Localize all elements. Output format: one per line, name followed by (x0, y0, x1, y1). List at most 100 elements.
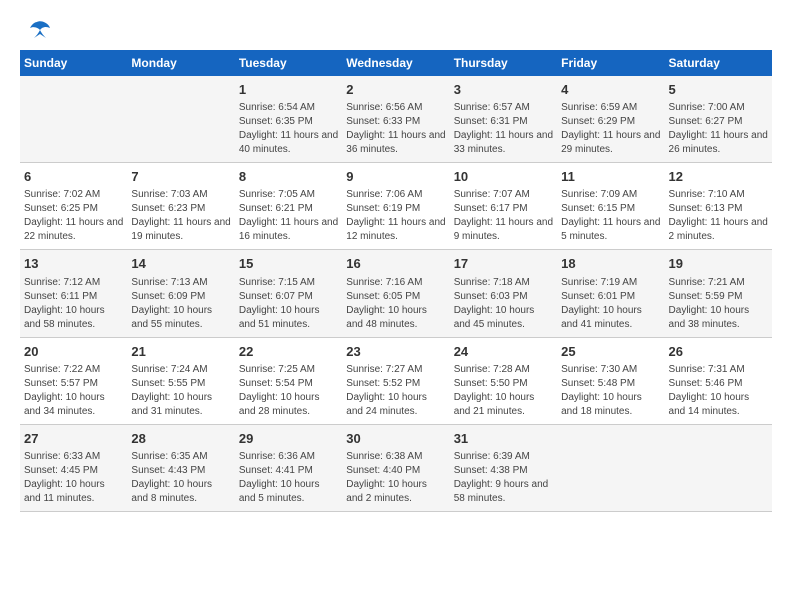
day-info: Daylight: 10 hours and 28 minutes. (239, 391, 338, 419)
day-info: Sunset: 4:41 PM (239, 464, 338, 478)
day-info: Daylight: 11 hours and 16 minutes. (239, 216, 338, 244)
calendar-cell: 17Sunrise: 7:18 AMSunset: 6:03 PMDayligh… (450, 250, 557, 337)
week-row-3: 13Sunrise: 7:12 AMSunset: 6:11 PMDayligh… (20, 250, 772, 337)
day-number: 19 (669, 255, 768, 273)
day-number: 30 (346, 430, 445, 448)
day-info: Sunset: 6:21 PM (239, 202, 338, 216)
day-info: Daylight: 10 hours and 21 minutes. (454, 391, 553, 419)
calendar-cell: 2Sunrise: 6:56 AMSunset: 6:33 PMDaylight… (342, 76, 449, 163)
day-info: Sunrise: 7:06 AM (346, 188, 445, 202)
calendar-cell: 26Sunrise: 7:31 AMSunset: 5:46 PMDayligh… (665, 337, 772, 424)
day-info: Sunset: 6:13 PM (669, 202, 768, 216)
day-info: Daylight: 10 hours and 45 minutes. (454, 304, 553, 332)
day-info: Daylight: 11 hours and 26 minutes. (669, 129, 768, 157)
day-info: Daylight: 10 hours and 14 minutes. (669, 391, 768, 419)
day-number: 21 (131, 343, 230, 361)
day-info: Daylight: 11 hours and 2 minutes. (669, 216, 768, 244)
day-info: Sunset: 4:43 PM (131, 464, 230, 478)
day-info: Sunrise: 6:59 AM (561, 101, 660, 115)
day-info: Sunset: 6:17 PM (454, 202, 553, 216)
day-info: Sunset: 5:59 PM (669, 290, 768, 304)
day-info: Daylight: 11 hours and 22 minutes. (24, 216, 123, 244)
calendar-cell: 28Sunrise: 6:35 AMSunset: 4:43 PMDayligh… (127, 424, 234, 511)
calendar-cell: 15Sunrise: 7:15 AMSunset: 6:07 PMDayligh… (235, 250, 342, 337)
day-header-thursday: Thursday (450, 50, 557, 76)
calendar-body: 1Sunrise: 6:54 AMSunset: 6:35 PMDaylight… (20, 76, 772, 511)
day-info: Daylight: 11 hours and 29 minutes. (561, 129, 660, 157)
day-info: Sunset: 4:38 PM (454, 464, 553, 478)
day-info: Sunrise: 7:30 AM (561, 363, 660, 377)
day-number: 8 (239, 168, 338, 186)
day-info: Sunset: 5:55 PM (131, 377, 230, 391)
day-number: 9 (346, 168, 445, 186)
day-info: Daylight: 11 hours and 5 minutes. (561, 216, 660, 244)
day-info: Daylight: 10 hours and 34 minutes. (24, 391, 123, 419)
day-header-sunday: Sunday (20, 50, 127, 76)
day-number: 16 (346, 255, 445, 273)
day-info: Sunset: 5:50 PM (454, 377, 553, 391)
day-info: Sunset: 6:23 PM (131, 202, 230, 216)
day-number: 26 (669, 343, 768, 361)
calendar-cell: 9Sunrise: 7:06 AMSunset: 6:19 PMDaylight… (342, 163, 449, 250)
day-info: Sunset: 6:05 PM (346, 290, 445, 304)
calendar-cell: 1Sunrise: 6:54 AMSunset: 6:35 PMDaylight… (235, 76, 342, 163)
calendar-cell: 23Sunrise: 7:27 AMSunset: 5:52 PMDayligh… (342, 337, 449, 424)
day-info: Sunrise: 7:27 AM (346, 363, 445, 377)
day-number: 20 (24, 343, 123, 361)
logo (20, 20, 52, 40)
day-info: Daylight: 10 hours and 48 minutes. (346, 304, 445, 332)
day-number: 10 (454, 168, 553, 186)
day-number: 13 (24, 255, 123, 273)
calendar-cell: 11Sunrise: 7:09 AMSunset: 6:15 PMDayligh… (557, 163, 664, 250)
day-number: 27 (24, 430, 123, 448)
day-info: Sunrise: 7:12 AM (24, 276, 123, 290)
day-number: 4 (561, 81, 660, 99)
calendar-cell: 10Sunrise: 7:07 AMSunset: 6:17 PMDayligh… (450, 163, 557, 250)
day-number: 29 (239, 430, 338, 448)
day-info: Sunrise: 6:35 AM (131, 450, 230, 464)
day-info: Daylight: 10 hours and 58 minutes. (24, 304, 123, 332)
day-info: Sunrise: 6:33 AM (24, 450, 123, 464)
day-number: 24 (454, 343, 553, 361)
day-info: Sunrise: 6:36 AM (239, 450, 338, 464)
day-info: Sunrise: 7:16 AM (346, 276, 445, 290)
day-header-tuesday: Tuesday (235, 50, 342, 76)
day-info: Daylight: 10 hours and 8 minutes. (131, 478, 230, 506)
calendar-cell: 6Sunrise: 7:02 AMSunset: 6:25 PMDaylight… (20, 163, 127, 250)
day-info: Sunrise: 7:07 AM (454, 188, 553, 202)
calendar-header: SundayMondayTuesdayWednesdayThursdayFrid… (20, 50, 772, 76)
day-info: Sunset: 6:01 PM (561, 290, 660, 304)
day-info: Sunrise: 7:25 AM (239, 363, 338, 377)
day-number: 15 (239, 255, 338, 273)
calendar-cell (665, 424, 772, 511)
calendar-cell: 4Sunrise: 6:59 AMSunset: 6:29 PMDaylight… (557, 76, 664, 163)
calendar-cell: 5Sunrise: 7:00 AMSunset: 6:27 PMDaylight… (665, 76, 772, 163)
calendar-cell: 7Sunrise: 7:03 AMSunset: 6:23 PMDaylight… (127, 163, 234, 250)
calendar-cell (127, 76, 234, 163)
day-info: Sunset: 6:11 PM (24, 290, 123, 304)
day-info: Sunset: 6:07 PM (239, 290, 338, 304)
day-info: Sunset: 5:48 PM (561, 377, 660, 391)
page-header (20, 20, 772, 40)
calendar-cell: 22Sunrise: 7:25 AMSunset: 5:54 PMDayligh… (235, 337, 342, 424)
day-header-wednesday: Wednesday (342, 50, 449, 76)
week-row-2: 6Sunrise: 7:02 AMSunset: 6:25 PMDaylight… (20, 163, 772, 250)
day-info: Sunset: 5:52 PM (346, 377, 445, 391)
day-info: Sunrise: 7:18 AM (454, 276, 553, 290)
calendar-cell: 14Sunrise: 7:13 AMSunset: 6:09 PMDayligh… (127, 250, 234, 337)
calendar-cell (557, 424, 664, 511)
day-info: Daylight: 11 hours and 19 minutes. (131, 216, 230, 244)
day-number: 18 (561, 255, 660, 273)
week-row-1: 1Sunrise: 6:54 AMSunset: 6:35 PMDaylight… (20, 76, 772, 163)
day-info: Sunrise: 6:39 AM (454, 450, 553, 464)
day-info: Sunrise: 7:24 AM (131, 363, 230, 377)
day-info: Sunset: 6:09 PM (131, 290, 230, 304)
header-row: SundayMondayTuesdayWednesdayThursdayFrid… (20, 50, 772, 76)
day-info: Daylight: 11 hours and 12 minutes. (346, 216, 445, 244)
day-info: Sunrise: 6:38 AM (346, 450, 445, 464)
day-info: Sunset: 6:31 PM (454, 115, 553, 129)
calendar-cell: 3Sunrise: 6:57 AMSunset: 6:31 PMDaylight… (450, 76, 557, 163)
logo-bird-icon (22, 20, 52, 40)
calendar-cell: 21Sunrise: 7:24 AMSunset: 5:55 PMDayligh… (127, 337, 234, 424)
day-info: Sunrise: 7:31 AM (669, 363, 768, 377)
